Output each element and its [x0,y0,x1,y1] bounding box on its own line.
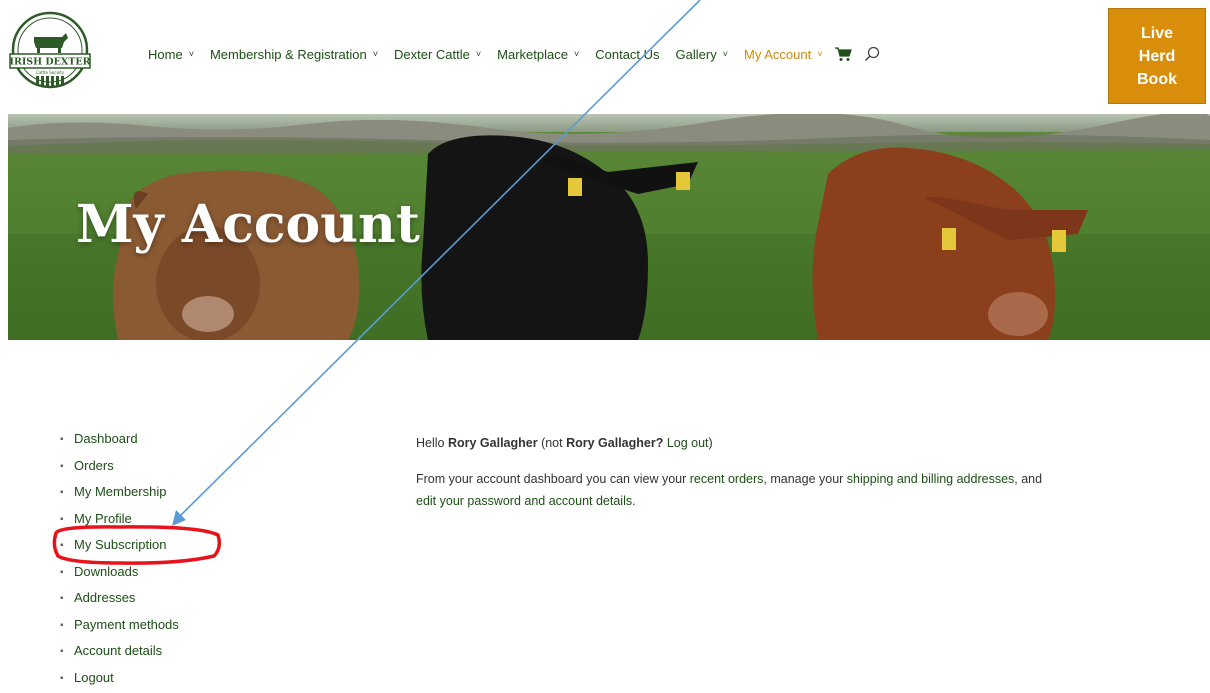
user-name: Rory Gallagher [448,436,538,450]
cart-icon[interactable] [834,46,852,62]
bullet-icon: ▪ [60,428,74,451]
chevron-down-icon: ˅ [723,49,728,59]
nav-marketplace-label: Marketplace [497,47,568,62]
greeting-suffix: ) [709,436,713,450]
nav-dexter-cattle-label: Dexter Cattle [394,47,470,62]
nav-membership-label: Membership & Registration [210,47,367,62]
search-icon[interactable] [864,46,880,62]
account-navigation: ▪Dashboard ▪Orders ▪My Membership ▪My Pr… [60,428,179,693]
account-nav-label: Account details [74,640,162,662]
greeting-mid: (not [538,436,567,450]
live-herd-book-line-3: Book [1137,68,1177,91]
nav-gallery[interactable]: Gallery ˅ [676,47,728,62]
bullet-icon: ▪ [60,667,74,690]
addresses-link[interactable]: shipping and billing addresses [847,472,1014,486]
account-nav-addresses[interactable]: ▪Addresses [60,587,179,614]
user-name-repeat: Rory Gallagher? [566,436,667,450]
hero-banner: My Account [8,114,1210,340]
account-nav-logout[interactable]: ▪Logout [60,667,179,693]
account-nav-my-membership[interactable]: ▪My Membership [60,481,179,508]
account-nav-my-subscription[interactable]: ▪My Subscription [60,534,179,561]
bullet-icon: ▪ [60,455,74,478]
account-nav-payment-methods[interactable]: ▪Payment methods [60,614,179,641]
nav-dexter-cattle[interactable]: Dexter Cattle ˅ [394,47,481,62]
account-nav-dashboard[interactable]: ▪Dashboard [60,428,179,455]
nav-my-account[interactable]: My Account ˅ [744,47,822,62]
chevron-down-icon: ˅ [817,49,822,59]
nav-gallery-label: Gallery [676,47,717,62]
account-details-link[interactable]: edit your password and account details [416,494,632,508]
nav-contact-us-label: Contact Us [595,47,659,62]
account-nav-label: Addresses [74,587,135,609]
main-nav: Home ˅ Membership & Registration ˅ Dexte… [148,44,880,64]
bullet-icon: ▪ [60,481,74,504]
chevron-down-icon: ˅ [373,49,378,59]
site-header: IRISH DEXTER Cattle Society Home ˅ Membe… [0,0,1210,114]
nav-home[interactable]: Home ˅ [148,47,194,62]
nav-home-label: Home [148,47,183,62]
recent-orders-link[interactable]: recent orders [690,472,764,486]
account-nav-label: Logout [74,667,114,689]
bullet-icon: ▪ [60,561,74,584]
account-nav-label: Orders [74,455,114,477]
nav-marketplace[interactable]: Marketplace ˅ [497,47,579,62]
bullet-icon: ▪ [60,587,74,610]
dashboard-intro: From your account dashboard you can view… [416,468,1136,512]
bullet-icon: ▪ [60,508,74,531]
intro-text: , and [1014,472,1042,486]
account-nav-my-profile[interactable]: ▪My Profile [60,508,179,535]
bullet-icon: ▪ [60,614,74,637]
account-nav-label: Dashboard [74,428,138,450]
account-nav-label: My Subscription [74,534,166,556]
account-dashboard-content: Hello Rory Gallagher (not Rory Gallagher… [416,432,1136,512]
account-nav-label: Downloads [74,561,138,583]
account-nav-label: My Profile [74,508,132,530]
nav-my-account-label: My Account [744,47,811,62]
logo-text: IRISH DEXTER [10,57,91,68]
intro-text: . [632,494,635,508]
bullet-icon: ▪ [60,640,74,663]
chevron-down-icon: ˅ [574,49,579,59]
page-title: My Account [76,194,420,255]
nav-membership-registration[interactable]: Membership & Registration ˅ [210,47,378,62]
account-nav-account-details[interactable]: ▪Account details [60,640,179,667]
live-herd-book-line-1: Live [1141,22,1173,45]
live-herd-book-line-2: Herd [1139,45,1175,68]
intro-text: , manage your [763,472,846,486]
nav-contact-us[interactable]: Contact Us [595,47,659,62]
intro-text: From your account dashboard you can view… [416,472,690,486]
greeting: Hello Rory Gallagher (not Rory Gallagher… [416,432,1136,454]
logo-subtext: Cattle Society [36,70,65,75]
chevron-down-icon: ˅ [476,49,481,59]
bullet-icon: ▪ [60,534,74,557]
logout-link[interactable]: Log out [667,436,709,450]
chevron-down-icon: ˅ [189,49,194,59]
irish-dexter-logo[interactable]: IRISH DEXTER Cattle Society [6,10,94,90]
account-nav-label: Payment methods [74,614,179,636]
account-nav-downloads[interactable]: ▪Downloads [60,561,179,588]
account-nav-label: My Membership [74,481,166,503]
greeting-prefix: Hello [416,436,448,450]
live-herd-book-button[interactable]: Live Herd Book [1108,8,1206,104]
account-nav-orders[interactable]: ▪Orders [60,455,179,482]
